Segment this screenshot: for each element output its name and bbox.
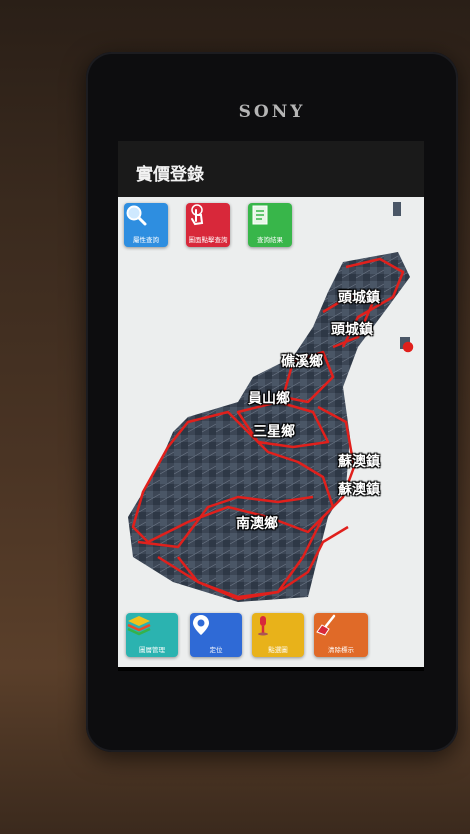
district-label-nanao: 南澳鄉 [236,516,278,532]
attribute-query-label: 屬性查詢 [133,236,159,244]
map-click-query-label: 圖面點擊查詢 [188,236,228,244]
app-screen: 實價登錄 頭城鎮 頭城鎮 礁溪鄉 員山鄉 三星鄉 蘇澳鎮 蘇澳鎮 南澳鄉 屬性查… [118,141,424,671]
district-label-jiaoxi: 礁溪鄉 [281,354,323,370]
app-title-bar: 實價登錄 [118,141,424,198]
clear-markers-button[interactable]: 清除標示 [314,613,368,657]
query-results-label: 查詢結果 [257,236,283,244]
attribute-query-button[interactable]: 屬性查詢 [124,203,168,247]
device-brand: SONY [238,102,306,122]
app-title: 實價登錄 [136,165,204,185]
layer-management-button[interactable]: 圖層管理 [126,613,178,657]
query-results-button[interactable]: 查詢結果 [248,203,292,247]
map-view[interactable]: 頭城鎮 頭城鎮 礁溪鄉 員山鄉 三星鄉 蘇澳鎮 蘇澳鎮 南澳鄉 屬性查詢 圖面點… [118,197,424,667]
clear-markers-label: 清除標示 [328,646,354,654]
district-label-sanxing: 三星鄉 [253,424,295,440]
district-label-toucheng-1: 頭城鎮 [338,290,380,306]
district-label-toucheng-2: 頭城鎮 [331,322,373,338]
pick-point-label: 點選圖 [268,646,288,654]
pick-point-button[interactable]: 點選圖 [252,613,304,657]
locate-label: 定位 [209,646,223,654]
district-label-yuanshan: 員山鄉 [248,391,290,407]
layer-management-label: 圖層管理 [139,646,165,654]
district-label-suao-2: 蘇澳鎮 [338,482,380,498]
locate-button[interactable]: 定位 [190,613,242,657]
district-label-suao-1: 蘇澳鎮 [338,454,380,470]
map-click-query-button[interactable]: 圖面點擊查詢 [186,203,230,247]
